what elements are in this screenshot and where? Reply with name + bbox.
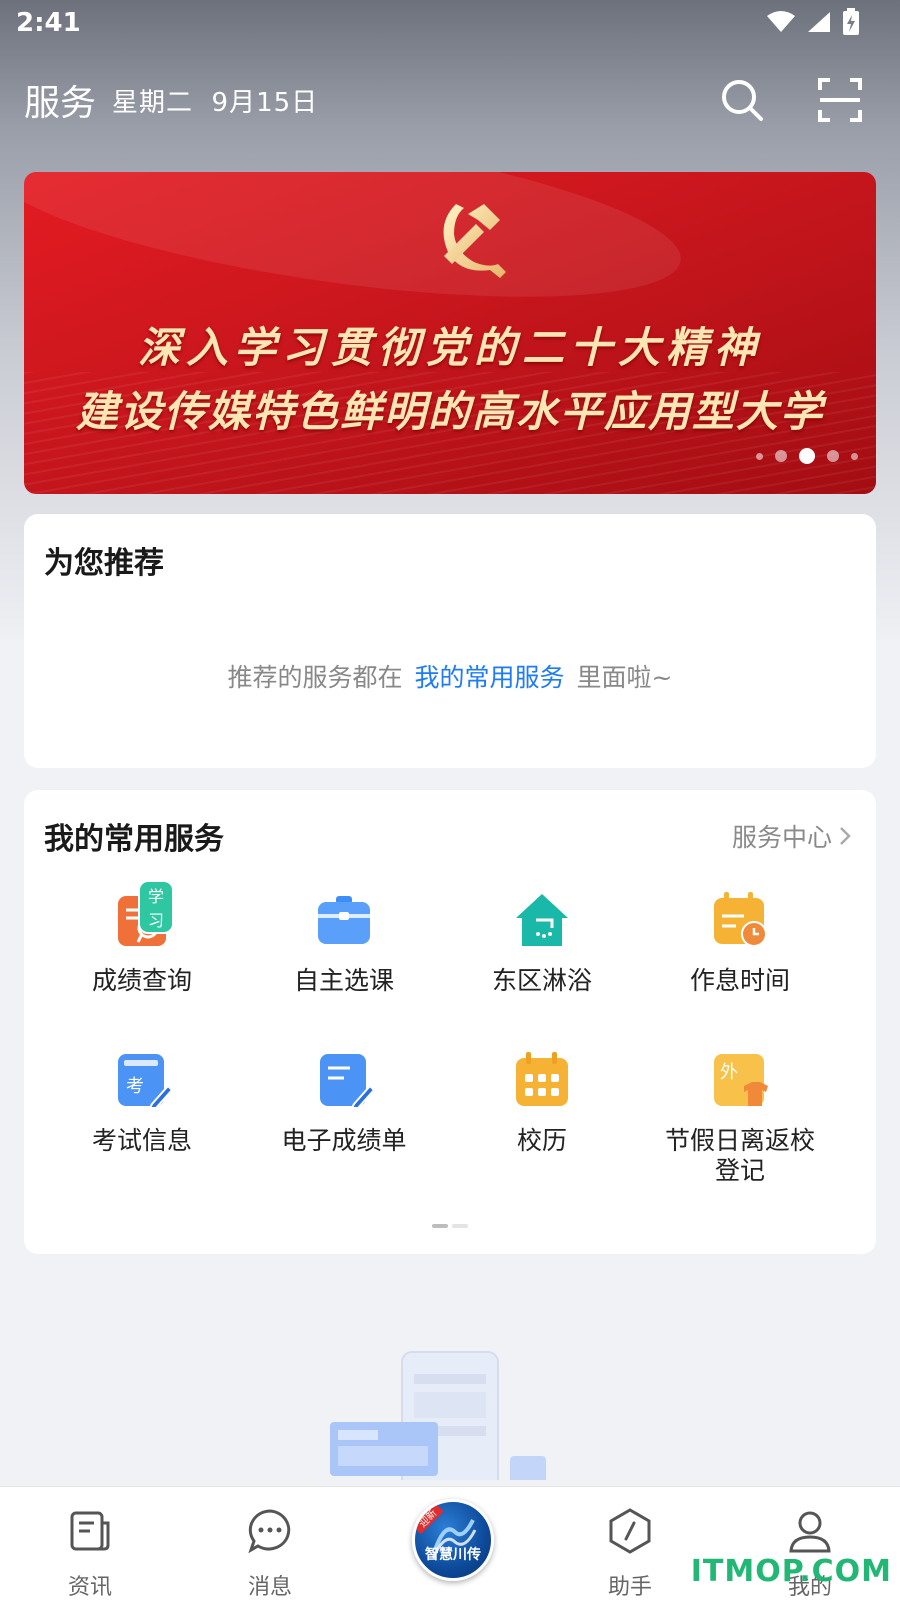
status-time: 2:41 [16,8,81,38]
service-center-label: 服务中心 [731,823,832,852]
leave-school-icon: 外 [714,1054,768,1106]
pager-dot [452,1224,468,1228]
pager-dot-active [432,1224,448,1228]
recommend-card: 为您推荐 推荐的服务都在 我的常用服务 里面啦~ [24,514,876,768]
page-title: 服务 [24,83,97,124]
nav-messages[interactable]: 消息 [210,1507,330,1601]
search-icon [722,80,763,121]
briefcase-icon [318,896,370,944]
nav-label: 消息 [247,1575,292,1600]
services-pager [432,1224,468,1228]
services-title: 我的常用服务 [44,822,224,857]
service-label: 考试信息 [91,1126,192,1155]
phone-illustration [330,1351,546,1480]
signal-icon [808,12,830,32]
news-icon [70,1511,110,1551]
service-grade-query[interactable]: 学习 成绩查询 [42,880,242,996]
nav-home-logo[interactable]: 迎新 智慧川传 [412,1499,494,1581]
svg-text:考: 考 [126,1076,144,1097]
scan-icon [818,78,862,122]
carousel-indicator [756,448,858,464]
service-label: 作息时间 [689,966,790,995]
wifi-icon [767,11,795,32]
scan-button[interactable] [816,76,864,124]
banner-headline-2: 建设传媒特色鲜明的高水平应用型大学 [75,387,824,436]
services-card: 我的常用服务 服务中心 学习 成绩查询 自主选课 东区淋浴 作息时间 考 考试信… [24,790,876,1254]
nav-label: 资讯 [67,1575,112,1600]
nav-news[interactable]: 资讯 [30,1507,150,1601]
header-date: 星期二 9月15日 [112,88,319,118]
service-school-calendar[interactable]: 校历 [442,1050,642,1156]
calendar-icon [516,1052,568,1106]
service-transcript[interactable]: 电子成绩单 [244,1050,444,1156]
service-label: 节假日离返校 登记 [640,1126,840,1186]
recommend-title: 为您推荐 [44,546,164,581]
transcript-edit-icon [320,1054,376,1109]
bottom-navigation: 资讯 消息 迎新 智慧川传 助手 我的 ITMOP.COM [0,1486,900,1601]
party-emblem-icon [443,204,506,278]
nav-label: 助手 [607,1575,652,1600]
service-course-select[interactable]: 自主选课 [244,890,444,996]
recommend-text-before: 推荐的服务都在 [227,663,403,692]
banner-headline-1: 深入学习贯彻党的二十大精神 [137,323,762,372]
shower-house-icon [516,894,568,946]
service-exam-info[interactable]: 考 考试信息 [42,1050,242,1156]
carousel-dot[interactable] [775,450,787,462]
service-shower[interactable]: 东区淋浴 [442,890,642,996]
watermark: ITMOP.COM [690,1554,892,1589]
assistant-icon [609,1508,651,1554]
service-label: 东区淋浴 [491,966,592,995]
carousel-dot[interactable] [851,452,858,460]
carousel-dot-active[interactable] [799,448,815,464]
study-badge: 学习 [138,880,175,934]
nav-center-label: 智慧川传 [425,1547,481,1563]
banner-carousel[interactable]: 深入学习贯彻党的二十大精神 建设传媒特色鲜明的高水平应用型大学 [24,172,876,494]
service-label: 自主选课 [293,966,394,995]
schedule-clock-icon [714,892,767,947]
recommend-hint: 推荐的服务都在 我的常用服务 里面啦~ [24,658,876,694]
banner-decoration [24,172,691,331]
recommend-text-after: 里面啦~ [576,663,673,692]
service-label-line: 节假日离返校 [664,1126,815,1155]
my-services-link[interactable]: 我的常用服务 [415,663,565,692]
leave-school-icon-text: 外 [720,1062,738,1083]
carousel-dot[interactable] [827,450,839,462]
chevron-right-icon [840,827,851,845]
service-center-link[interactable]: 服务中心 [732,818,852,854]
page-header: 服务 星期二 9月15日 [0,70,900,130]
nav-assistant[interactable]: 助手 [570,1507,690,1601]
exam-edit-icon: 考 [118,1054,174,1109]
carousel-dot[interactable] [756,452,763,460]
service-schedule[interactable]: 作息时间 [640,890,840,996]
service-holiday-leave[interactable]: 外 节假日离返校 登记 [640,1050,840,1186]
status-bar: 2:41 [0,0,900,50]
search-button[interactable] [718,76,766,124]
message-icon [248,1509,291,1554]
battery-charging-icon [843,8,859,35]
service-label: 成绩查询 [91,966,192,995]
service-label: 电子成绩单 [281,1126,407,1155]
service-label: 校历 [516,1126,567,1155]
profile-icon [789,1511,831,1553]
service-label-line: 登记 [714,1156,765,1185]
